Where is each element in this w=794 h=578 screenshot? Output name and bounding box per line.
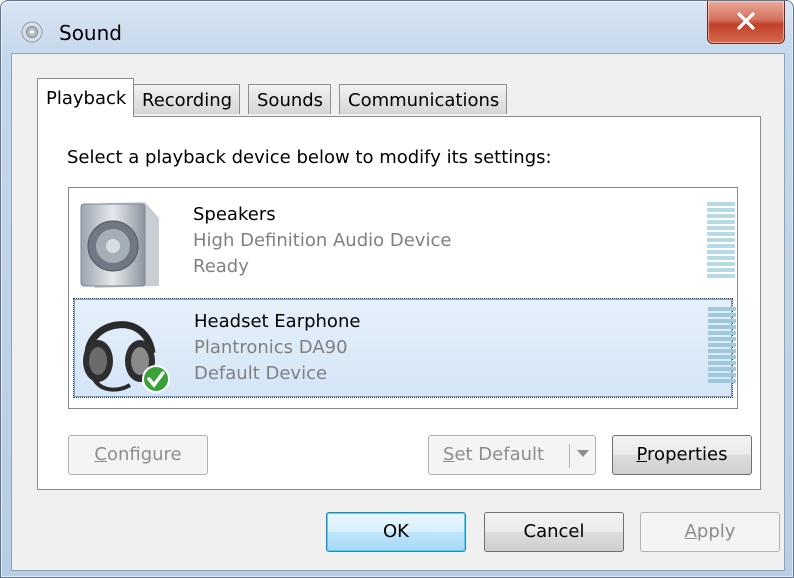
- properties-label: roperties: [647, 444, 728, 465]
- device-list[interactable]: Speakers High Definition Audio Device Re…: [68, 187, 738, 409]
- close-icon: [737, 12, 755, 30]
- cancel-label: Cancel: [523, 521, 585, 542]
- set-default-mnemonic: S: [443, 444, 455, 465]
- set-default-label: et Default: [454, 444, 545, 465]
- cancel-button[interactable]: Cancel: [484, 512, 624, 552]
- properties-mnemonic: P: [636, 444, 648, 465]
- ok-label: OK: [383, 521, 409, 542]
- chevron-down-icon[interactable]: [577, 450, 589, 457]
- tab-label: Sounds: [257, 90, 324, 111]
- window-title: Sound: [59, 21, 122, 45]
- sound-dialog: Sound Playback Recording Sounds Communic…: [0, 0, 794, 578]
- headset-icon: [83, 321, 170, 393]
- device-status: Default Device: [194, 363, 328, 384]
- configure-label: onfigure: [106, 444, 182, 465]
- speaker-icon: [80, 202, 159, 288]
- tab-label: Recording: [142, 90, 233, 111]
- playback-panel: Select a playback device below to modify…: [37, 116, 761, 490]
- apply-mnemonic: A: [684, 521, 697, 542]
- device-description: High Definition Audio Device: [193, 230, 452, 251]
- device-item-headset-earphone[interactable]: Headset Earphone Plantronics DA90 Defaul…: [73, 298, 736, 398]
- instruction-text: Select a playback device below to modify…: [67, 147, 552, 168]
- sound-app-icon: [21, 21, 43, 43]
- tab-label: Playback: [46, 88, 127, 109]
- tab-communications[interactable]: Communications: [339, 84, 508, 114]
- tab-playback[interactable]: Playback: [37, 78, 135, 117]
- apply-label: pply: [696, 521, 736, 542]
- device-name: Speakers: [193, 204, 276, 225]
- set-default-button[interactable]: Set Default: [428, 435, 596, 475]
- properties-button[interactable]: Properties: [612, 435, 752, 475]
- apply-button[interactable]: Apply: [640, 512, 780, 552]
- device-item-speakers[interactable]: Speakers High Definition Audio Device Re…: [73, 192, 735, 292]
- tab-recording[interactable]: Recording: [133, 84, 241, 114]
- device-name: Headset Earphone: [194, 311, 361, 332]
- tab-label: Communications: [348, 90, 500, 111]
- device-status: Ready: [193, 256, 249, 277]
- device-description: Plantronics DA90: [194, 337, 348, 358]
- tab-sounds[interactable]: Sounds: [248, 84, 332, 114]
- ok-button[interactable]: OK: [326, 512, 466, 552]
- split-separator: [569, 444, 570, 468]
- configure-mnemonic: C: [94, 444, 107, 465]
- dialog-client-area: Playback Recording Sounds Communications…: [11, 53, 785, 571]
- volume-meter: [708, 307, 736, 385]
- volume-meter: [707, 202, 735, 280]
- close-button[interactable]: [707, 1, 785, 44]
- configure-button[interactable]: Configure: [68, 435, 208, 475]
- title-bar[interactable]: Sound: [1, 1, 793, 51]
